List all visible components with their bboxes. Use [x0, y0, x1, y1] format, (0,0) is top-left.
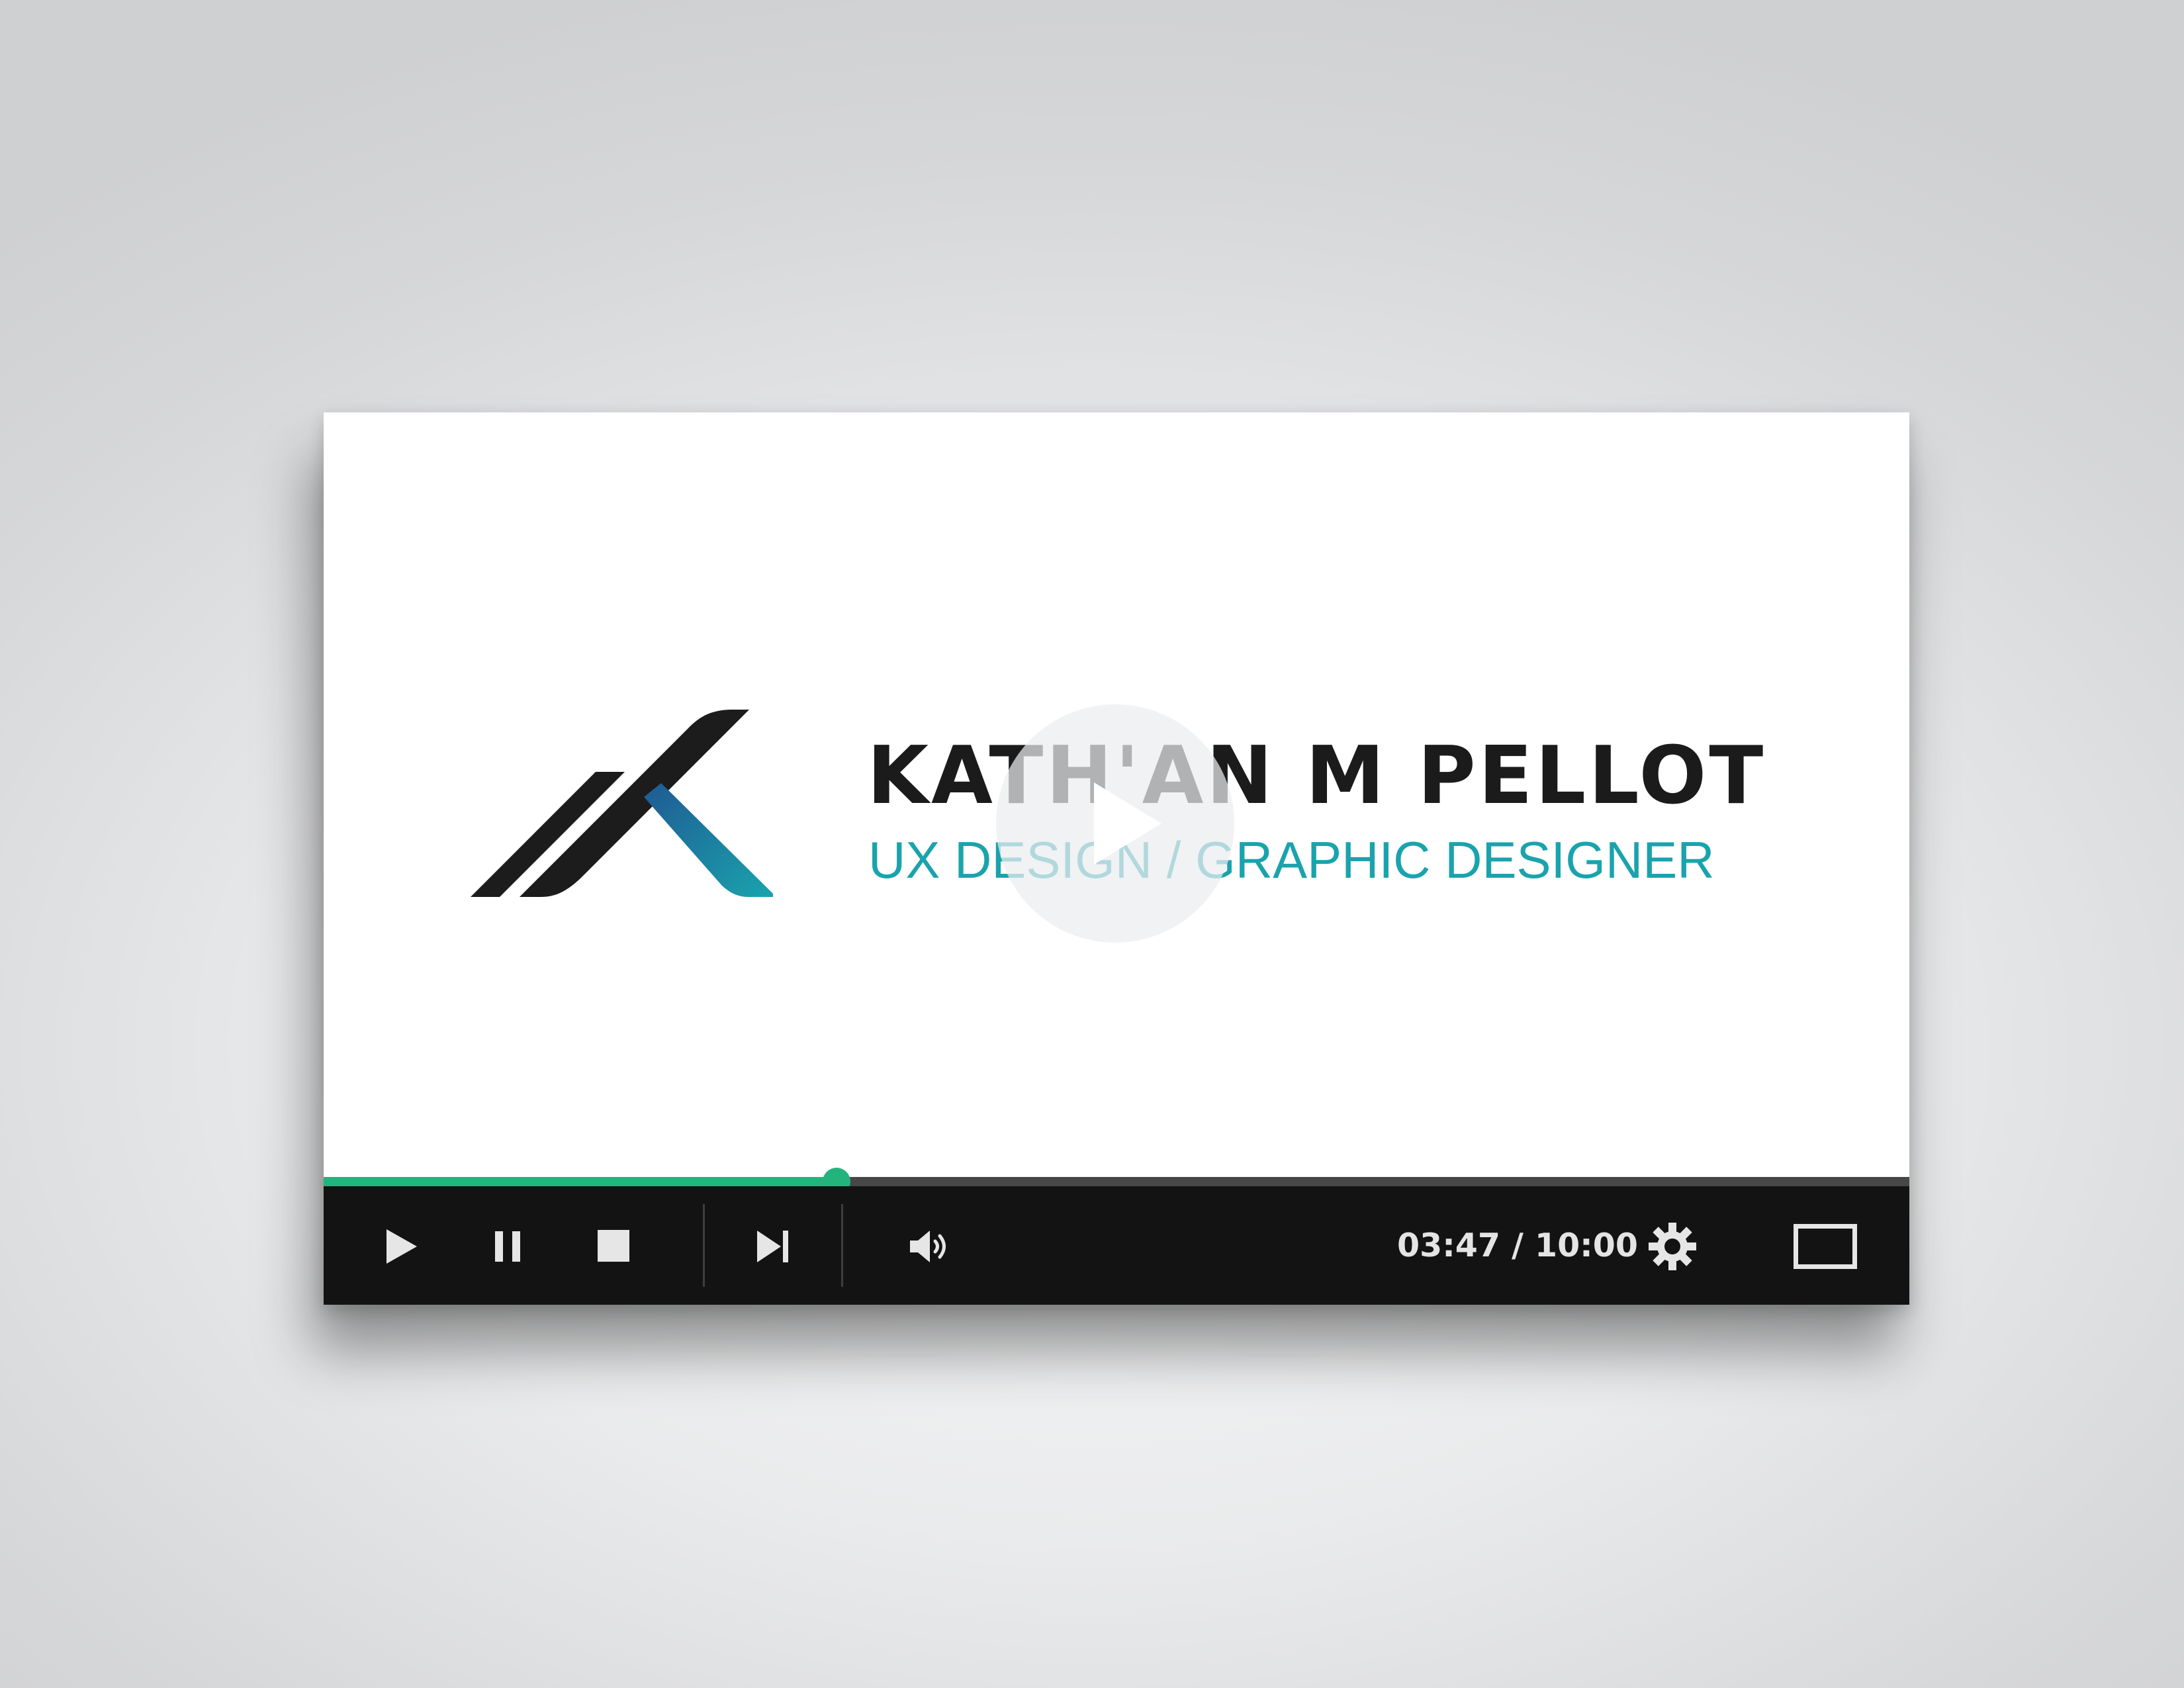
stop-icon [598, 1230, 629, 1262]
gear-icon [1649, 1223, 1696, 1270]
play-icon [1094, 782, 1161, 865]
control-bar: 03:47 / 10:00 [324, 1186, 1909, 1305]
big-play-button[interactable] [996, 704, 1234, 943]
time-display: 03:47 / 10:00 [1397, 1227, 1638, 1264]
pause-icon [495, 1231, 520, 1262]
control-divider [703, 1204, 705, 1287]
stop-button[interactable] [597, 1229, 630, 1262]
control-divider [841, 1204, 843, 1287]
progress-bar[interactable] [324, 1168, 1909, 1196]
volume-button[interactable] [909, 1229, 955, 1264]
volume-icon [910, 1231, 946, 1262]
pause-button[interactable] [494, 1230, 524, 1263]
settings-button[interactable] [1647, 1221, 1698, 1272]
fullscreen-button[interactable] [1794, 1224, 1857, 1269]
progress-fill [324, 1177, 837, 1186]
skip-next-icon [757, 1231, 788, 1262]
play-button[interactable] [385, 1228, 420, 1265]
video-subtitle: UX DESIGN / GRAPHIC DESIGNER [868, 831, 1715, 889]
k-monogram-logo [471, 710, 773, 897]
next-button[interactable] [756, 1230, 790, 1263]
video-screen[interactable]: KATH'AN M PELLOT UX DESIGN / GRAPHIC DES… [324, 412, 1909, 1177]
play-icon [387, 1229, 417, 1264]
video-player: KATH'AN M PELLOT UX DESIGN / GRAPHIC DES… [324, 412, 1909, 1305]
fullscreen-icon [1794, 1224, 1857, 1269]
